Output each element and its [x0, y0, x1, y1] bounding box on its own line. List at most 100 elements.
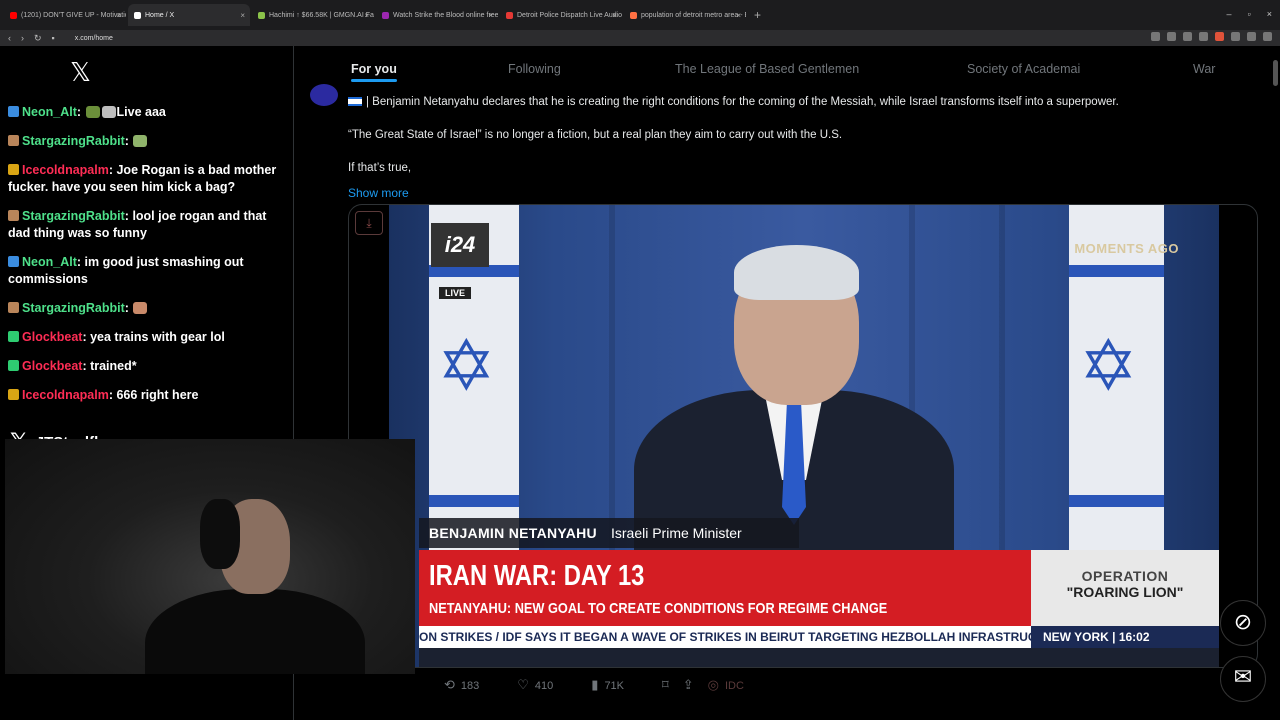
favicon-icon	[630, 11, 637, 19]
chat-username: StargazingRabbit	[22, 301, 125, 315]
post-text: | Benjamin Netanyahu declares that he is…	[348, 94, 1248, 201]
close-tab-icon[interactable]: ×	[736, 11, 741, 20]
cast-icon[interactable]	[1167, 32, 1176, 41]
minimize-icon[interactable]: –	[1227, 9, 1232, 19]
avatar[interactable]	[310, 84, 338, 106]
repost-icon: ⟲	[444, 678, 455, 693]
address-bar[interactable]: ‹ › ↻ ▪ x.com/home	[0, 30, 1280, 46]
tab-title: (1201) DON'T GIVE UP - Motivatio	[21, 11, 126, 19]
bookmark-icon[interactable]: ▪	[52, 33, 55, 43]
chat-username: StargazingRabbit	[22, 209, 125, 223]
star-icon[interactable]	[1199, 32, 1208, 41]
browser-tab[interactable]: (1201) DON'T GIVE UP - Motivatio ×	[4, 4, 126, 26]
back-icon[interactable]: ‹	[8, 33, 11, 43]
circle-icon: ◎	[707, 678, 719, 693]
repost-button[interactable]: ⟲ 183	[444, 678, 479, 693]
chat-message: StargazingRabbit:	[8, 300, 288, 317]
post-media[interactable]: ⤓ ✡ ✡ i24 LIVE MOMENTS AGO BENJAMIN NETA…	[348, 204, 1258, 668]
bookmark-button[interactable]: ⌑	[662, 678, 669, 693]
close-tab-icon[interactable]: ×	[240, 11, 245, 20]
post-actions: ⟲ 183 ♡ 410 ▮ 71K ⌑ ⇪ ◎ IDC	[444, 678, 782, 693]
bookmark-icon: ⌑	[662, 678, 669, 693]
share-icon[interactable]	[1183, 32, 1192, 41]
browser-tab[interactable]: Watch Strike the Blood online free o ×	[376, 4, 498, 26]
chat-username: Neon_Alt	[22, 255, 77, 269]
user-badge-icon	[8, 106, 19, 117]
chat-text: 666 right here	[116, 388, 199, 402]
chat-username: Glockbeat	[22, 330, 83, 344]
chat-message: Neon_Alt: Live aaa	[8, 104, 288, 121]
webcam-feed	[5, 439, 415, 674]
extension-action[interactable]: ◎ IDC	[708, 678, 744, 693]
extension-icon[interactable]	[1247, 32, 1256, 41]
favicon-icon	[258, 11, 265, 19]
chat-username: Glockbeat	[22, 359, 83, 373]
video-player[interactable]: ✡ ✡ i24 LIVE MOMENTS AGO BENJAMIN NETANY…	[389, 205, 1219, 667]
speaker-name: BENJAMIN NETANYAHU	[429, 525, 597, 541]
share-button[interactable]: ⇪	[683, 678, 694, 693]
chat-text: yea trains with gear lol	[90, 330, 225, 344]
tab-title: Hachimi ↑ $66.58K | GMGN.AI Fast Tr	[269, 11, 374, 19]
tab-society-of-academai[interactable]: Society of Academai	[967, 62, 1080, 76]
close-tab-icon[interactable]: ×	[364, 11, 369, 20]
chat-username: StargazingRabbit	[22, 134, 125, 148]
tab-war[interactable]: War	[1193, 62, 1215, 76]
scrollbar[interactable]	[1273, 60, 1278, 86]
tab-title: Watch Strike the Blood online free o	[393, 11, 498, 19]
maximize-icon[interactable]: ▫	[1248, 9, 1251, 19]
emote-icon	[133, 302, 148, 314]
post-line-1: | Benjamin Netanyahu declares that he is…	[366, 96, 1119, 108]
close-tab-icon[interactable]: ×	[488, 11, 493, 20]
speaker-role: Israeli Prime Minister	[610, 525, 742, 541]
like-button[interactable]: ♡ 410	[517, 678, 553, 693]
tab-league-of-based-gentlemen[interactable]: The League of Based Gentlemen	[675, 62, 859, 76]
operation-box: OPERATION "ROARING LION"	[1031, 550, 1219, 626]
download-icon[interactable]: ⤓	[355, 211, 383, 235]
close-icon[interactable]: ×	[1267, 9, 1272, 19]
city: NEW YORK	[1043, 630, 1109, 644]
time: 16:02	[1118, 630, 1150, 644]
close-tab-icon[interactable]: ×	[116, 11, 121, 20]
browser-tab[interactable]: Hachimi ↑ $66.58K | GMGN.AI Fast Tr×	[252, 4, 374, 26]
lower-third-name: BENJAMIN NETANYAHU Israeli Prime Ministe…	[419, 518, 799, 548]
x-timeline: For you Following The League of Based Ge…	[293, 46, 1280, 720]
forward-icon[interactable]: ›	[21, 33, 24, 43]
reload-icon[interactable]: ↻	[34, 33, 42, 44]
browser-tab[interactable]: Detroit Police Dispatch Live Audio Fe ×	[500, 4, 622, 26]
share-icon: ⇪	[682, 678, 694, 693]
show-more-link[interactable]: Show more	[348, 185, 1248, 201]
search-icon[interactable]	[1151, 32, 1160, 41]
chat-username: Neon_Alt	[22, 105, 77, 119]
grok-button[interactable]: ⊘	[1220, 600, 1266, 646]
menu-icon[interactable]	[1263, 32, 1272, 41]
browser-tab[interactable]: population of detroit metro area - B ×	[624, 4, 746, 26]
tab-following[interactable]: Following	[508, 62, 561, 76]
tab-for-you[interactable]: For you	[351, 62, 397, 82]
user-badge-icon	[8, 331, 19, 342]
channel-logo: i24	[431, 223, 489, 267]
user-badge-icon	[8, 210, 19, 221]
close-tab-icon[interactable]: ×	[612, 11, 617, 20]
chat-text: trained*	[90, 359, 137, 373]
user-badge-icon	[8, 302, 19, 313]
chat-username: Icecoldnapalm	[22, 163, 109, 177]
extension-icon[interactable]	[1231, 32, 1240, 41]
flag: ✡	[1069, 205, 1164, 550]
moments-ago-label: MOMENTS AGO	[1074, 241, 1179, 256]
tab-title: population of detroit metro area - B	[641, 11, 746, 19]
new-tab-button[interactable]: +	[754, 8, 761, 22]
subheadline: NETANYAHU: NEW GOAL TO CREATE CONDITIONS…	[429, 600, 888, 617]
url-text[interactable]: x.com/home	[75, 35, 113, 42]
browser-tab[interactable]: Home / X ×	[128, 4, 250, 26]
headline-band: IRAN WAR: DAY 13 NETANYAHU: NEW GOAL TO …	[419, 550, 1031, 626]
favicon-icon	[382, 11, 389, 19]
views-button[interactable]: ▮ 71K	[591, 678, 624, 693]
favicon-icon	[506, 11, 513, 19]
chat-message: Glockbeat: yea trains with gear lol	[8, 329, 288, 346]
favicon-icon	[10, 11, 17, 19]
user-badge-icon	[8, 389, 19, 400]
heart-icon: ♡	[517, 678, 529, 693]
window-controls: – ▫ ×	[1227, 9, 1272, 19]
shield-icon[interactable]	[1215, 32, 1224, 41]
messages-button[interactable]: ✉	[1220, 656, 1266, 702]
